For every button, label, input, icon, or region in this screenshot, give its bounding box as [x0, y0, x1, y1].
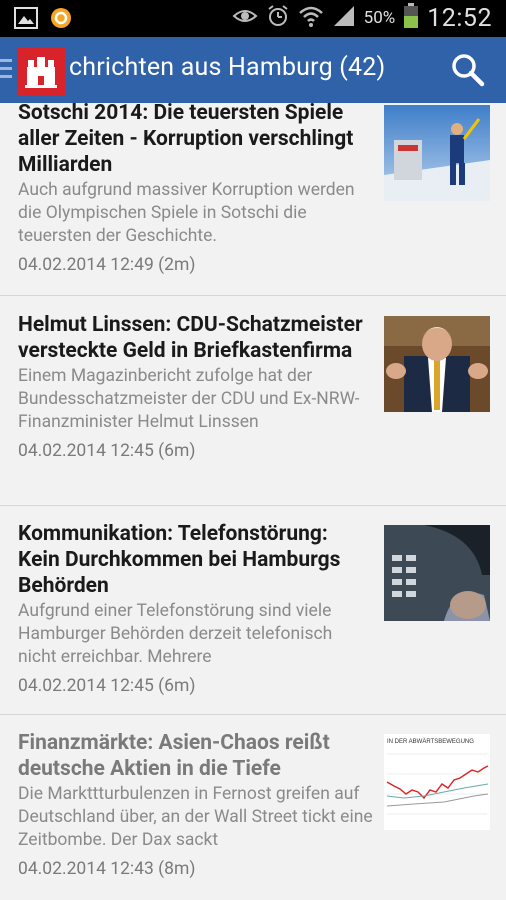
article-snippet: Auch aufgrund massiver Korruption werden…: [18, 180, 355, 246]
list-item[interactable]: Finanzmärkte: Asien-Chaos reißt deutsche…: [0, 715, 506, 900]
gallery-notification-icon: [14, 7, 38, 33]
notification-icons: [14, 7, 72, 33]
wifi-icon: [298, 4, 324, 32]
battery-percent: 50%: [363, 8, 396, 28]
status-bar: 50% 12:52: [0, 0, 506, 37]
article-thumbnail: IN DER ABWÄRTSBEWEGUNG: [384, 734, 490, 830]
list-item[interactable]: Sotschi 2014: Die teuersten Spiele aller…: [0, 103, 506, 296]
search-button[interactable]: [448, 50, 488, 90]
article-time: 04.02.2014 12:45 (6m): [18, 441, 196, 461]
eye-icon: [232, 6, 258, 30]
article-text: Kommunikation: Telefonstörung: Kein Durc…: [18, 521, 374, 698]
hamburg-logo-icon[interactable]: [17, 47, 65, 95]
list-item[interactable]: Helmut Linssen: CDU-Schatzmeister verste…: [0, 296, 506, 506]
clock: 12:52: [427, 3, 492, 33]
search-icon: [452, 54, 485, 87]
drawer-indicator-icon[interactable]: [0, 59, 14, 81]
thumb-chart-caption: IN DER ABWÄRTSBEWEGUNG: [387, 738, 474, 745]
article-snippet: Aufgrund einer Telefonstörung sind viele…: [18, 601, 333, 667]
article-thumbnail: [384, 316, 490, 412]
article-title: Sotschi 2014: Die teuersten Spiele aller…: [18, 103, 354, 177]
article-title: Finanzmärkte: Asien-Chaos reißt deutsche…: [18, 731, 330, 781]
article-text: Finanzmärkte: Asien-Chaos reißt deutsche…: [18, 730, 374, 881]
system-icons: 50% 12:52: [232, 3, 492, 33]
article-time: 04.02.2014 12:43 (8m): [18, 859, 196, 879]
list-item[interactable]: Kommunikation: Telefonstörung: Kein Durc…: [0, 506, 506, 715]
article-title: Kommunikation: Telefonstörung: Kein Durc…: [18, 522, 341, 598]
article-snippet: Einem Magazinbericht zufolge hat der Bun…: [18, 366, 360, 432]
app-notification-icon: [50, 7, 72, 33]
action-bar: chrichten aus Hamburg (42): [0, 37, 506, 103]
article-text: Sotschi 2014: Die teuersten Spiele aller…: [18, 103, 374, 277]
signal-icon: [332, 4, 356, 32]
battery-icon: [403, 3, 419, 33]
article-time: 04.02.2014 12:49 (2m): [18, 255, 196, 275]
news-list: Sotschi 2014: Die teuersten Spiele aller…: [0, 103, 506, 900]
alarm-icon: [266, 4, 290, 32]
article-thumbnail: [384, 105, 490, 201]
article-time: 04.02.2014 12:45 (6m): [18, 676, 196, 696]
article-title: Helmut Linssen: CDU-Schatzmeister verste…: [18, 313, 363, 363]
article-snippet: Die Markttturbulenzen in Fernost greifen…: [18, 784, 373, 850]
article-thumbnail: [384, 525, 490, 621]
article-text: Helmut Linssen: CDU-Schatzmeister verste…: [18, 312, 374, 463]
page-title: chrichten aus Hamburg (42): [69, 53, 386, 82]
